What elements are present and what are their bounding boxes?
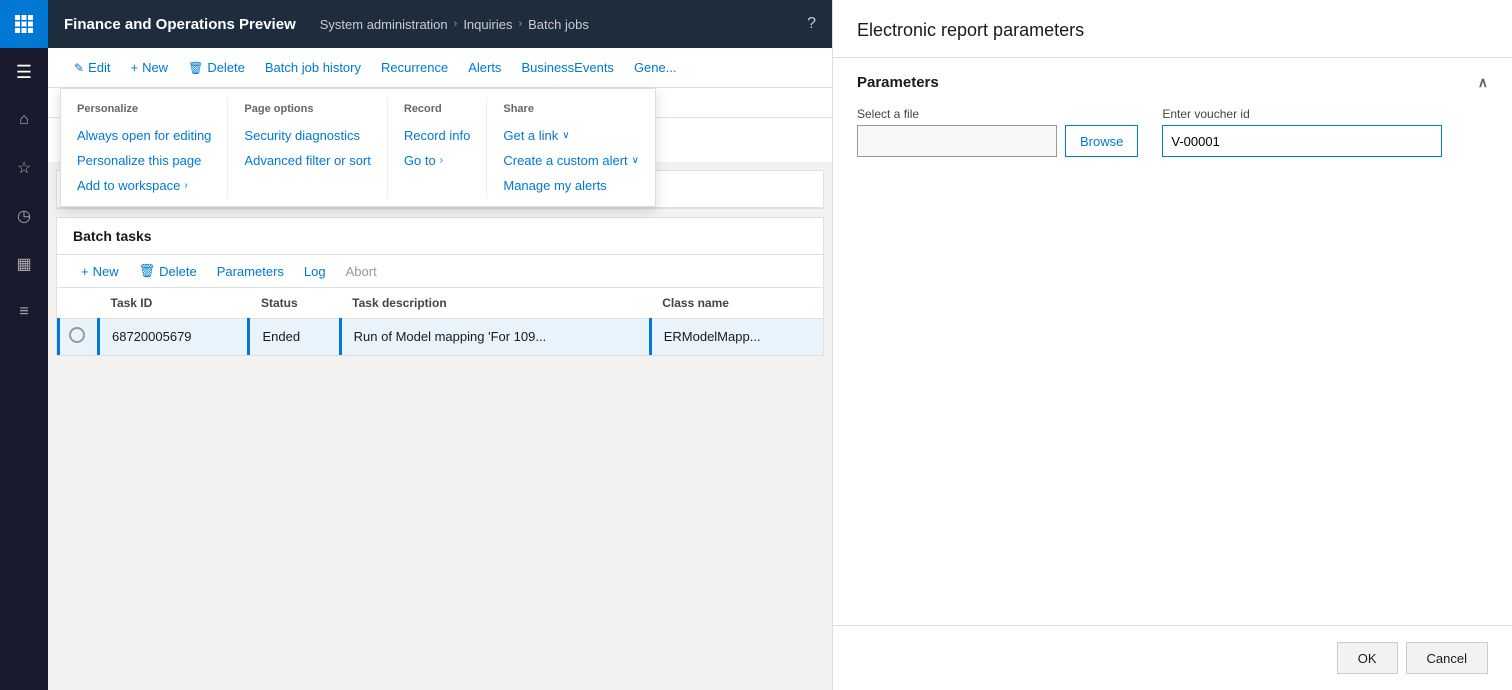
new-button[interactable]: + New <box>120 48 178 88</box>
page-options-column: Page options Security diagnostics Advanc… <box>228 97 387 198</box>
home-icon[interactable]: ⌂ <box>0 96 48 144</box>
voucher-id-input[interactable] <box>1162 125 1442 157</box>
edit-icon: ✎ <box>74 61 84 75</box>
cell-status: Ended <box>249 319 340 355</box>
select-file-label: Select a file <box>857 107 1138 121</box>
manage-my-alerts[interactable]: Manage my alerts <box>503 173 639 198</box>
main-area: Finance and Operations Preview System ad… <box>48 0 832 690</box>
go-to[interactable]: Go to › <box>404 148 470 173</box>
workspace-icon[interactable]: ▦ <box>0 240 48 288</box>
parameters-section: Parameters ∧ Select a file Browse Enter … <box>833 58 1512 173</box>
col-select <box>59 288 99 319</box>
topbar: Finance and Operations Preview System ad… <box>48 0 832 48</box>
go-to-chevron: › <box>440 155 443 166</box>
tasks-delete-icon: 🗑 <box>139 263 156 279</box>
modules-icon[interactable]: ≡ <box>0 288 48 336</box>
hamburger-icon[interactable]: ☰ <box>0 48 48 96</box>
dropdown-menu: Personalize Always open for editing Pers… <box>60 88 656 207</box>
table-row[interactable]: 68720005679 Ended Run of Model mapping '… <box>59 319 824 355</box>
breadcrumb-sep-1: › <box>454 18 458 30</box>
browse-button[interactable]: Browse <box>1065 125 1138 157</box>
alerts-button[interactable]: Alerts <box>458 48 511 88</box>
col-task-id: Task ID <box>99 288 249 319</box>
breadcrumb: System administration › Inquiries › Batc… <box>320 17 589 32</box>
personalize-page[interactable]: Personalize this page <box>77 148 211 173</box>
col-description: Task description <box>340 288 650 319</box>
toolbar: ✎ Edit + New 🗑 Delete Batch job history … <box>48 48 832 88</box>
right-panel: Electronic report parameters Parameters … <box>832 0 1512 690</box>
breadcrumb-system-admin[interactable]: System administration <box>320 17 448 32</box>
security-diagnostics[interactable]: Security diagnostics <box>244 123 370 148</box>
select-file-field: Select a file Browse <box>857 107 1138 157</box>
cell-class-name: ERModelMapp... <box>650 319 823 355</box>
select-file-input[interactable] <box>857 125 1057 157</box>
create-custom-alert[interactable]: Create a custom alert ∨ <box>503 148 639 173</box>
cancel-button[interactable]: Cancel <box>1406 642 1488 674</box>
recent-icon[interactable]: ◷ <box>0 192 48 240</box>
batch-tasks-section: Batch tasks + New 🗑 Delete Parameters Lo… <box>56 217 824 356</box>
favorites-icon[interactable]: ☆ <box>0 144 48 192</box>
sidebar: ☰ ⌂ ☆ ◷ ▦ ≡ <box>0 0 48 690</box>
help-icon[interactable]: ? <box>807 15 816 33</box>
cell-task-id: 68720005679 <box>99 319 249 355</box>
batch-tasks-header: Batch tasks <box>57 218 823 254</box>
tasks-abort-button[interactable]: Abort <box>338 260 385 283</box>
personalize-title: Personalize <box>77 97 211 123</box>
recurrence-button[interactable]: Recurrence <box>371 48 458 88</box>
share-title: Share <box>503 97 639 123</box>
get-link-chevron: ∨ <box>562 130 569 141</box>
page-options-title: Page options <box>244 97 370 123</box>
delete-icon: 🗑 <box>188 61 203 75</box>
edit-button[interactable]: ✎ Edit <box>64 48 120 88</box>
file-input-row: Browse <box>857 125 1138 157</box>
tasks-log-button[interactable]: Log <box>296 260 334 283</box>
custom-alert-chevron: ∨ <box>632 155 639 166</box>
delete-button[interactable]: 🗑 Delete <box>178 48 255 88</box>
personalize-column: Personalize Always open for editing Pers… <box>61 97 228 198</box>
gene-button[interactable]: Gene... <box>624 48 687 88</box>
panel-footer: OK Cancel <box>833 625 1512 690</box>
breadcrumb-batch-jobs[interactable]: Batch jobs <box>528 17 589 32</box>
record-column: Record Record info Go to › <box>388 97 487 198</box>
add-workspace-chevron: › <box>184 180 187 191</box>
add-to-workspace[interactable]: Add to workspace › <box>77 173 211 198</box>
share-column: Share Get a link ∨ Create a custom alert… <box>487 97 655 198</box>
voucher-id-field: Enter voucher id <box>1162 107 1442 157</box>
batch-job-history-button[interactable]: Batch job history <box>255 48 371 88</box>
record-info[interactable]: Record info <box>404 123 470 148</box>
app-title: Finance and Operations Preview <box>64 16 296 33</box>
col-status: Status <box>249 288 340 319</box>
cell-description: Run of Model mapping 'For 109... <box>340 319 650 355</box>
parameters-section-title: Parameters ∧ <box>857 74 1488 91</box>
collapse-button[interactable]: ∧ <box>1478 74 1488 91</box>
right-panel-title: Electronic report parameters <box>833 0 1512 58</box>
business-events-button[interactable]: BusinessEvents <box>511 48 624 88</box>
tasks-table: Task ID Status Task description Class na… <box>57 288 823 355</box>
waffle-icon[interactable] <box>0 0 48 48</box>
tasks-toolbar: + New 🗑 Delete Parameters Log Abort <box>57 254 823 288</box>
tasks-plus-icon: + <box>81 264 89 279</box>
advanced-filter-sort[interactable]: Advanced filter or sort <box>244 148 370 173</box>
col-class-name: Class name <box>650 288 823 319</box>
voucher-id-label: Enter voucher id <box>1162 107 1442 121</box>
tasks-parameters-button[interactable]: Parameters <box>209 260 292 283</box>
breadcrumb-sep-2: › <box>518 18 522 30</box>
always-open-editing[interactable]: Always open for editing <box>77 123 211 148</box>
form-row: Select a file Browse Enter voucher id <box>857 107 1488 157</box>
breadcrumb-inquiries[interactable]: Inquiries <box>463 17 512 32</box>
tasks-new-button[interactable]: + New <box>73 260 127 283</box>
row-radio[interactable] <box>69 327 85 343</box>
plus-icon: + <box>130 60 138 75</box>
ok-button[interactable]: OK <box>1337 642 1398 674</box>
record-title: Record <box>404 97 470 123</box>
get-a-link[interactable]: Get a link ∨ <box>503 123 639 148</box>
tasks-delete-button[interactable]: 🗑 Delete <box>131 259 205 283</box>
